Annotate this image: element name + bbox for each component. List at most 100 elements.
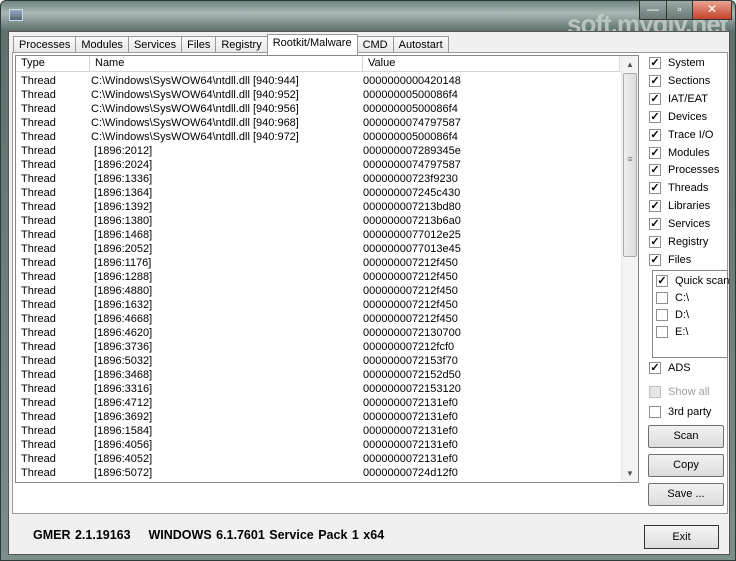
cell-value: 00000000724d12f0: [363, 467, 458, 479]
table-row[interactable]: Thread [1896:1380] 000000007213b6a0: [16, 214, 620, 228]
checkbox-checked-icon: ✓: [649, 128, 661, 141]
checkbox-checked-icon: ✓: [649, 92, 661, 105]
cell-name: [1896:3316]: [91, 383, 153, 395]
drive-quickscan-label: Quick scan: [675, 275, 730, 287]
option-services[interactable]: ✓ Services: [649, 216, 710, 232]
option-libraries[interactable]: ✓ Libraries: [649, 198, 710, 214]
close-button[interactable]: ✕: [692, 1, 732, 20]
option-threads[interactable]: ✓ Threads: [649, 180, 708, 196]
drive-quickscan[interactable]: ✓ Quick scan: [656, 273, 729, 289]
table-row[interactable]: Thread C:\Windows\SysWOW64\ntdll.dll [940…: [16, 88, 620, 102]
cell-name: [1896:3692]: [91, 411, 153, 423]
table-row[interactable]: Thread [1896:2012] 000000007289345e: [16, 144, 620, 158]
drive-c[interactable]: C:\: [656, 290, 689, 306]
option-services-label: Services: [668, 218, 711, 231]
column-header-type[interactable]: Type: [16, 56, 90, 71]
table-row[interactable]: Thread [1896:4668] 000000007212f450: [16, 312, 620, 326]
copy-button[interactable]: Copy: [648, 454, 724, 477]
cell-name: [1896:2024]: [91, 159, 153, 171]
results-list[interactable]: Type Name Value Thread C:\Windows\SysWOW6…: [15, 55, 639, 483]
table-row[interactable]: Thread [1896:1288] 000000007212f450: [16, 270, 620, 284]
table-row[interactable]: Thread [1896:1584] 0000000072131ef0: [16, 424, 620, 438]
cell-type: Thread: [21, 243, 56, 255]
option-showall-label: Show all: [668, 386, 710, 398]
cell-name: [1896:1364]: [91, 187, 153, 199]
cell-name: [1896:1380]: [91, 215, 153, 227]
table-row[interactable]: Thread [1896:1632] 000000007212f450: [16, 298, 620, 312]
maximize-button[interactable]: ▫: [666, 1, 693, 20]
table-row[interactable]: Thread [1896:4880] 000000007212f450: [16, 284, 620, 298]
option-registry[interactable]: ✓ Registry: [649, 234, 708, 250]
checkbox-checked-icon: ✓: [649, 253, 661, 266]
table-row[interactable]: Thread [1896:1468] 0000000077012e25: [16, 228, 620, 242]
cell-value: 000000007212f450: [363, 257, 458, 269]
option-sections[interactable]: ✓ Sections: [649, 73, 710, 89]
cell-name: [1896:3736]: [91, 341, 153, 353]
table-row[interactable]: Thread [1896:5072] 00000000724d12f0: [16, 466, 620, 480]
cell-name: [1896:4056]: [91, 439, 153, 451]
table-row[interactable]: Thread [1896:3736] 000000007212fcf0: [16, 340, 620, 354]
scan-button[interactable]: Scan: [648, 425, 724, 448]
cell-name: [1896:4712]: [91, 397, 153, 409]
save-button[interactable]: Save ...: [648, 483, 724, 506]
cell-name: [1896:2052]: [91, 243, 153, 255]
drive-d[interactable]: D:\: [656, 307, 689, 323]
table-row[interactable]: Thread [1896:3468] 0000000072152d50: [16, 368, 620, 382]
option-modules[interactable]: ✓ Modules: [649, 145, 710, 161]
table-row[interactable]: Thread [1896:5032] 0000000072153f70: [16, 354, 620, 368]
drive-e-label: E:\: [675, 326, 689, 338]
option-ads[interactable]: ✓ ADS: [649, 360, 691, 376]
tab-rootkitmalware[interactable]: Rootkit/Malware: [266, 34, 358, 55]
cell-name: [1896:5072]: [91, 467, 153, 479]
cell-name: [1896:1468]: [91, 229, 153, 241]
checkbox-unchecked-icon: [649, 406, 661, 418]
vertical-scrollbar[interactable]: ▲ ≡ ▼: [621, 56, 638, 482]
column-header-name[interactable]: Name: [90, 56, 363, 71]
table-row[interactable]: Thread C:\Windows\SysWOW64\ntdll.dll [940…: [16, 102, 620, 116]
table-row[interactable]: Thread [1896:4052] 0000000072131ef0: [16, 452, 620, 466]
cell-name: C:\Windows\SysWOW64\ntdll.dll [940:944]: [91, 75, 299, 87]
exit-button[interactable]: Exit: [644, 525, 719, 549]
table-row[interactable]: Thread [1896:2024] 0000000074797587: [16, 158, 620, 172]
scroll-down-icon[interactable]: ▼: [622, 465, 638, 482]
option-files-label: Files: [668, 253, 692, 266]
minimize-button[interactable]: —: [639, 1, 667, 20]
option-sections-label: Sections: [668, 74, 711, 87]
list-header: Type Name Value: [16, 56, 620, 72]
checkbox-checked-icon: ✓: [649, 146, 661, 159]
cell-value: 0000000072131ef0: [363, 425, 458, 437]
cell-name: [1896:1288]: [91, 271, 153, 283]
table-row[interactable]: Thread [1896:4056] 0000000072131ef0: [16, 438, 620, 452]
table-row[interactable]: Thread C:\Windows\SysWOW64\ntdll.dll [940…: [16, 116, 620, 130]
cell-value: 000000007212f450: [363, 285, 458, 297]
column-header-value[interactable]: Value: [363, 56, 620, 71]
option-processes[interactable]: ✓ Processes: [649, 162, 719, 178]
table-row[interactable]: Thread [1896:2052] 0000000077013e45: [16, 242, 620, 256]
table-row[interactable]: Thread [1896:3692] 0000000072131ef0: [16, 410, 620, 424]
table-row[interactable]: Thread [1896:1336] 00000000723f9230: [16, 172, 620, 186]
table-row[interactable]: Thread C:\Windows\SysWOW64\ntdll.dll [940…: [16, 130, 620, 144]
cell-value: 0000000072152d50: [363, 369, 461, 381]
files-drive-list[interactable]: ✓ Quick scan C:\ D:\ E:\: [652, 270, 729, 358]
option-system-label: System: [668, 57, 705, 69]
scroll-thumb[interactable]: ≡: [623, 73, 637, 257]
checkbox-checked-icon: ✓: [649, 218, 661, 231]
table-row[interactable]: Thread [1896:1364] 000000007245c430: [16, 186, 620, 200]
option-system[interactable]: ✓ System: [649, 55, 705, 71]
table-row[interactable]: Thread [1896:3316] 0000000072153120: [16, 382, 620, 396]
cell-value: 000000007212f450: [363, 313, 458, 325]
checkbox-checked-icon: ✓: [649, 200, 661, 213]
option-3rdparty[interactable]: 3rd party: [649, 404, 711, 420]
drive-e[interactable]: E:\: [656, 324, 688, 340]
table-row[interactable]: Thread C:\Windows\SysWOW64\ntdll.dll [940…: [16, 74, 620, 88]
option-devices[interactable]: ✓ Devices: [649, 109, 707, 125]
option-files[interactable]: ✓ Files: [649, 252, 691, 268]
table-row[interactable]: Thread [1896:4620] 0000000072130700: [16, 326, 620, 340]
scroll-up-icon[interactable]: ▲: [622, 56, 638, 73]
option-traceio[interactable]: ✓ Trace I/O: [649, 127, 713, 143]
table-row[interactable]: Thread [1896:4712] 0000000072131ef0: [16, 396, 620, 410]
checkbox-unchecked-icon: [649, 386, 661, 398]
table-row[interactable]: Thread [1896:1176] 000000007212f450: [16, 256, 620, 270]
option-iateat[interactable]: ✓ IAT/EAT: [649, 91, 708, 107]
table-row[interactable]: Thread [1896:1392] 000000007213bd80: [16, 200, 620, 214]
